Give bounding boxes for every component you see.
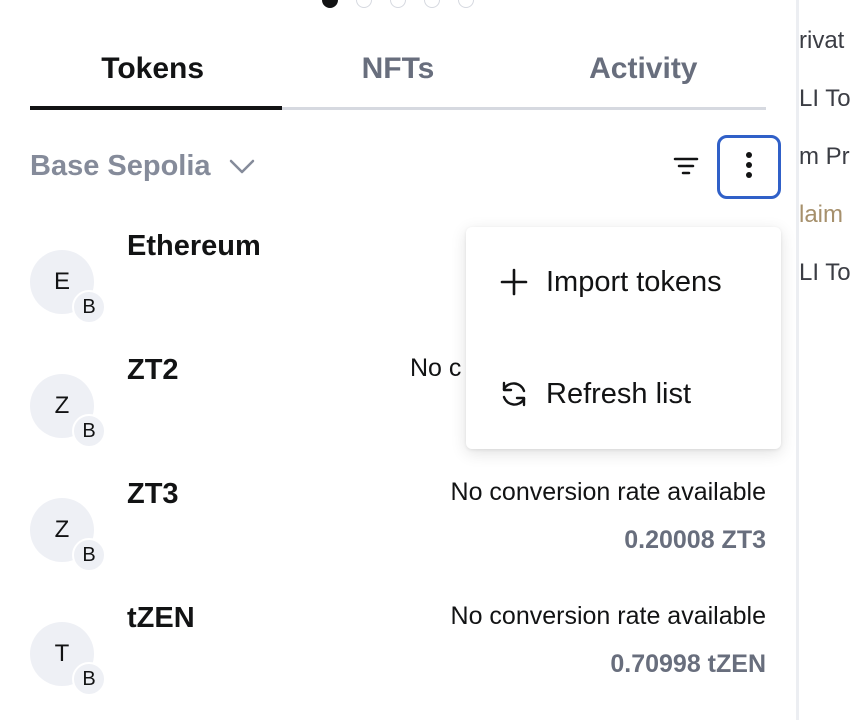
menu-item-label: Refresh list xyxy=(546,377,692,410)
carousel-dot-4[interactable] xyxy=(424,0,440,8)
menu-item-import-tokens[interactable]: Import tokens xyxy=(466,242,781,322)
more-vertical-icon xyxy=(745,151,753,184)
network-badge: B xyxy=(72,290,106,324)
carousel-dot-3[interactable] xyxy=(390,0,406,8)
token-name: ZT3 xyxy=(127,478,179,510)
filter-button[interactable] xyxy=(670,152,702,184)
background-link[interactable]: laim xyxy=(799,201,843,229)
network-label: Base Sepolia xyxy=(30,150,211,182)
tab-bar: Tokens NFTs Activity xyxy=(30,40,766,112)
tab-tokens[interactable]: Tokens xyxy=(30,40,275,112)
chevron-down-icon xyxy=(229,159,255,175)
tab-active-indicator xyxy=(30,106,282,110)
background-page-peek: rivat LI To m Pr laim LI To xyxy=(799,0,850,720)
token-balance: 0.70998 tZEN xyxy=(610,650,766,678)
token-row-zt3[interactable]: Z B ZT3 No conversion rate available 0.2… xyxy=(30,478,766,580)
background-text: rivat xyxy=(799,27,845,54)
tab-activity[interactable]: Activity xyxy=(521,40,766,112)
token-conversion-rate: No c xyxy=(410,354,462,382)
token-name: tZEN xyxy=(127,602,195,634)
network-badge: B xyxy=(72,538,106,572)
carousel-dot-5[interactable] xyxy=(458,0,474,8)
network-badge: B xyxy=(72,414,106,448)
background-text: LI To xyxy=(799,85,850,112)
menu-item-refresh-list[interactable]: Refresh list xyxy=(466,354,781,434)
token-row-tzen[interactable]: T B tZEN No conversion rate available 0.… xyxy=(30,602,766,704)
token-name: ZT2 xyxy=(127,354,179,386)
plus-icon xyxy=(498,266,530,298)
carousel-dot-2[interactable] xyxy=(356,0,372,8)
token-name: Ethereum xyxy=(127,230,261,262)
refresh-icon xyxy=(498,378,530,410)
token-balance: 0.20008 ZT3 xyxy=(624,526,766,554)
token-conversion-rate: No conversion rate available xyxy=(450,602,766,630)
token-conversion-rate: No conversion rate available xyxy=(450,478,766,506)
more-options-button[interactable] xyxy=(717,135,781,199)
wallet-panel: Tokens NFTs Activity Base Sepolia E B Et… xyxy=(0,0,796,720)
background-text: LI To xyxy=(799,259,850,286)
network-selector[interactable]: Base Sepolia xyxy=(30,150,255,183)
network-badge: B xyxy=(72,662,106,696)
carousel-dots xyxy=(322,0,474,8)
menu-item-label: Import tokens xyxy=(546,265,722,298)
tab-nfts[interactable]: NFTs xyxy=(275,40,520,112)
carousel-dot-1[interactable] xyxy=(322,0,338,8)
background-text: m Pr xyxy=(799,143,850,170)
options-menu: Import tokens Refresh list xyxy=(466,227,781,449)
filter-icon xyxy=(673,156,699,181)
